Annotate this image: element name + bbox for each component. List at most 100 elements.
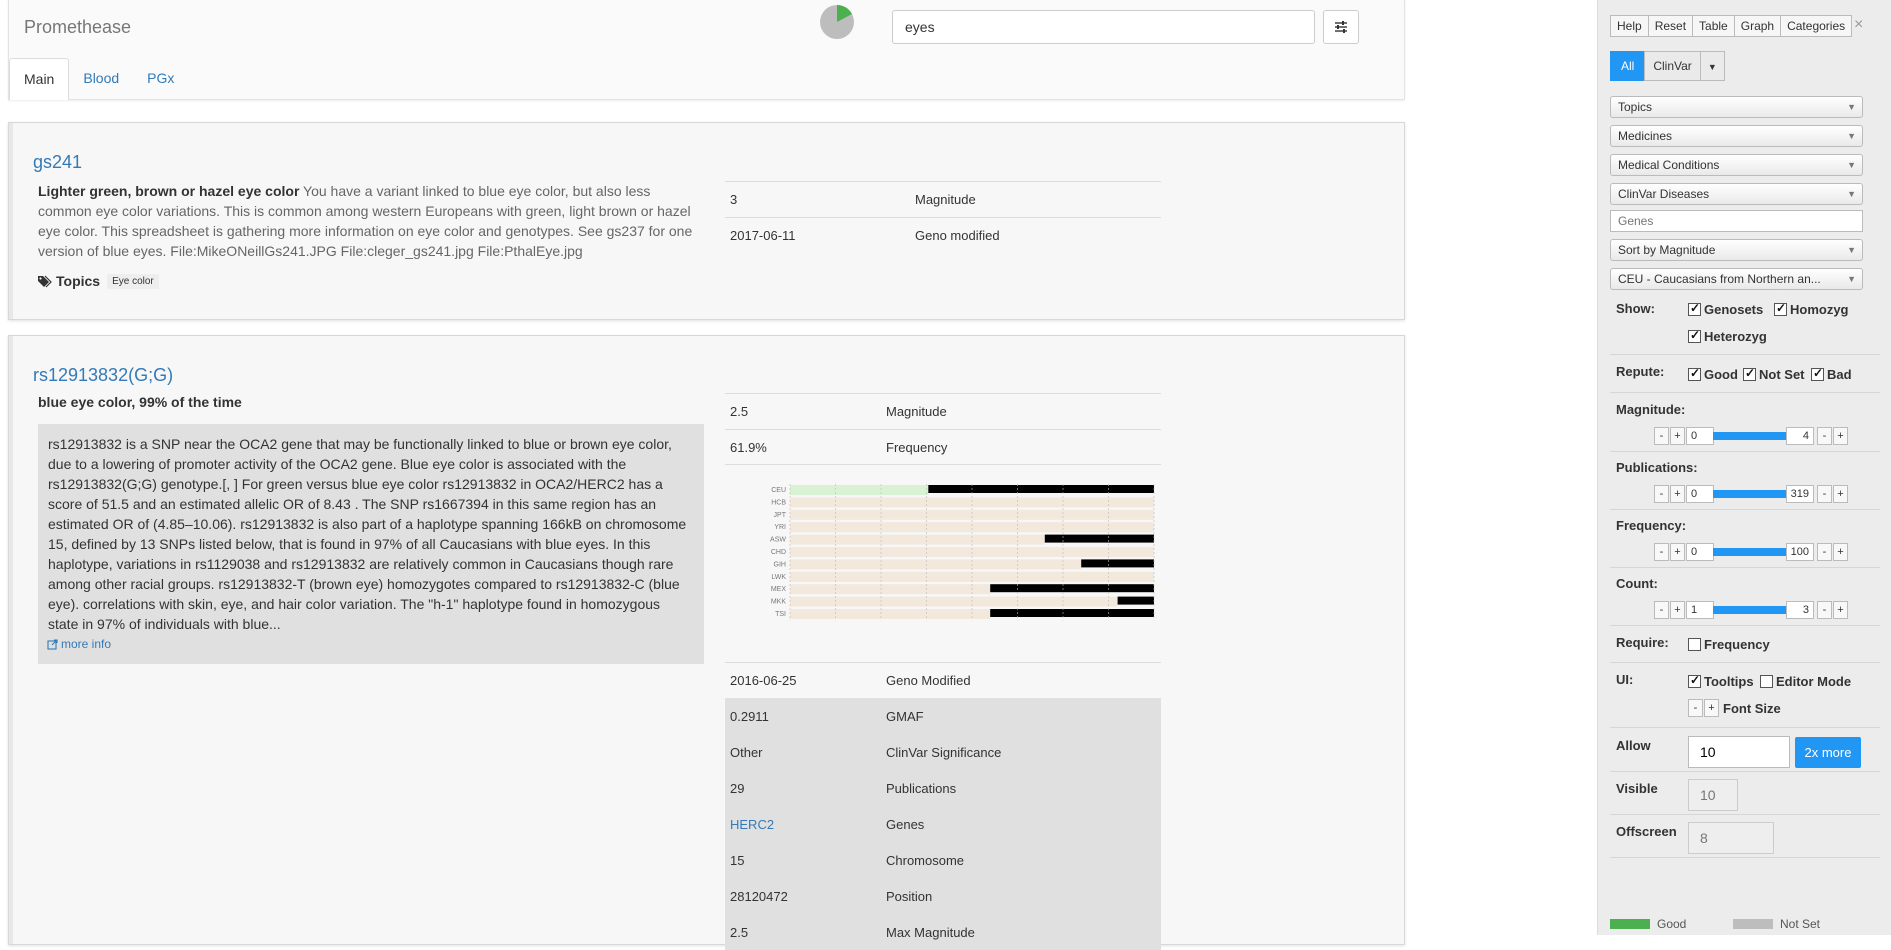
clinvar-diseases-dropdown[interactable]: ClinVar Diseases ▼ (1610, 183, 1863, 205)
publications-min-input[interactable]: 0 (1686, 485, 1714, 503)
search-input[interactable] (892, 10, 1315, 44)
snp-summary: blue eye color, 99% of the time (38, 394, 242, 410)
increment-button[interactable]: + (1670, 601, 1685, 619)
font-size-decrement-button[interactable]: - (1688, 699, 1703, 717)
double-allow-button[interactable]: 2x more (1795, 737, 1861, 768)
genoset-title-link[interactable]: gs241 (33, 152, 82, 173)
tab-main[interactable]: Main (9, 58, 70, 100)
frequency-bar-ab (790, 534, 1045, 545)
frequency-max-input[interactable]: 100 (1786, 543, 1814, 561)
decrement-button[interactable]: - (1817, 427, 1832, 445)
decrement-button[interactable]: - (1654, 601, 1669, 619)
filter-dropdown-button[interactable]: ▼ (1699, 51, 1725, 81)
genes-input[interactable] (1610, 210, 1863, 232)
frequency-slider: - + 0 100 - + (1654, 543, 1849, 561)
publications-max-input[interactable]: 319 (1786, 485, 1814, 503)
detail-label: ClinVar Significance (886, 745, 1002, 760)
slider-track[interactable] (1713, 490, 1787, 498)
sort-dropdown[interactable]: Sort by Magnitude ▼ (1610, 239, 1863, 261)
detail-label: Frequency (886, 439, 948, 455)
offscreen-label: Offscreen (1616, 824, 1677, 839)
increment-button[interactable]: + (1833, 601, 1848, 619)
detail-label: Magnitude (915, 192, 976, 207)
genosets-checkbox[interactable]: Genosets (1688, 301, 1764, 317)
font-size-increment-button[interactable]: + (1704, 699, 1719, 717)
allow-label: Allow (1616, 738, 1651, 753)
decrement-button[interactable]: - (1654, 543, 1669, 561)
increment-button[interactable]: + (1670, 543, 1685, 561)
decrement-button[interactable]: - (1817, 485, 1832, 503)
editor-mode-checkbox[interactable]: Editor Mode (1760, 674, 1851, 689)
tab-pgx[interactable]: PGx (133, 58, 188, 100)
table-button[interactable]: Table (1692, 15, 1735, 37)
genoset-description: Lighter green, brown or hazel eye color … (38, 181, 698, 261)
decrement-button[interactable]: - (1654, 427, 1669, 445)
snp-card: rs12913832(G;G) blue eye color, 99% of t… (8, 335, 1405, 950)
snp-description: rs12913832 is a SNP near the OCA2 gene t… (48, 436, 687, 632)
more-info-link[interactable]: more info (47, 634, 111, 654)
heterozyg-checkbox[interactable]: Heterozyg (1688, 328, 1767, 344)
decrement-button[interactable]: - (1817, 543, 1832, 561)
graph-button[interactable]: Graph (1733, 15, 1782, 37)
filter-settings-button[interactable] (1323, 10, 1359, 44)
good-checkbox[interactable]: Good (1688, 366, 1738, 382)
detail-row: 29 Publications (725, 770, 1161, 806)
magnitude-max-input[interactable]: 4 (1786, 427, 1814, 445)
detail-value: 2.5 (730, 404, 749, 419)
close-icon[interactable]: × (1854, 16, 1863, 34)
visible-count: 10 (1688, 779, 1738, 811)
checkbox-box (1743, 366, 1756, 381)
allow-input[interactable] (1688, 736, 1790, 768)
pie-chart-icon[interactable] (819, 4, 855, 40)
topics-dropdown[interactable]: Topics ▼ (1610, 96, 1863, 118)
population-dropdown[interactable]: CEU - Caucasians from Northern an... ▼ (1610, 268, 1863, 290)
checkbox-box (1760, 675, 1773, 688)
increment-button[interactable]: + (1670, 427, 1685, 445)
checkbox-box (1688, 673, 1701, 688)
reset-button[interactable]: Reset (1647, 15, 1694, 37)
categories-button[interactable]: Categories (1780, 15, 1853, 37)
medical-conditions-dropdown[interactable]: Medical Conditions ▼ (1610, 154, 1863, 176)
medicines-dropdown[interactable]: Medicines ▼ (1610, 125, 1863, 147)
decrement-button[interactable]: - (1817, 601, 1832, 619)
slider-track[interactable] (1713, 432, 1787, 440)
caret-down-icon: ▼ (1847, 245, 1856, 255)
frequency-bar-ab (790, 596, 1118, 607)
snp-title-link[interactable]: rs12913832(G;G) (33, 365, 173, 386)
divider (1610, 727, 1880, 728)
increment-button[interactable]: + (1833, 485, 1848, 503)
checkbox-label: Genosets (1704, 302, 1764, 317)
offscreen-count: 8 (1688, 822, 1774, 854)
increment-button[interactable]: + (1670, 485, 1685, 503)
decrement-button[interactable]: - (1654, 485, 1669, 503)
ui-label: UI: (1616, 672, 1634, 687)
tooltips-checkbox[interactable]: Tooltips (1688, 673, 1754, 689)
filter-all-button[interactable]: All (1610, 51, 1646, 81)
increment-button[interactable]: + (1833, 427, 1848, 445)
checkbox-label: Not Set (1759, 367, 1805, 382)
count-max-input[interactable]: 3 (1786, 601, 1814, 619)
filter-clinvar-button[interactable]: ClinVar (1644, 51, 1701, 81)
population-label: TSI (775, 611, 786, 618)
detail-row: 15 Chromosome (725, 842, 1161, 878)
slider-track[interactable] (1713, 606, 1787, 614)
count-min-input[interactable]: 1 (1686, 601, 1714, 619)
topic-chip-eye-color[interactable]: Eye color (107, 273, 159, 289)
dropdown-label: Medical Conditions (1618, 158, 1720, 172)
increment-button[interactable]: + (1833, 543, 1848, 561)
help-button[interactable]: Help (1610, 15, 1649, 37)
card-edge (9, 336, 13, 944)
magnitude-slider: - + 0 4 - + (1654, 427, 1849, 445)
bad-checkbox[interactable]: Bad (1811, 366, 1852, 382)
slider-track[interactable] (1713, 548, 1787, 556)
tab-blood[interactable]: Blood (69, 58, 133, 100)
caret-down-icon: ▼ (1847, 160, 1856, 170)
frequency-min-input[interactable]: 0 (1686, 543, 1714, 561)
gene-link[interactable]: HERC2 (725, 817, 886, 832)
magnitude-min-input[interactable]: 0 (1686, 427, 1714, 445)
homozyg-checkbox[interactable]: Homozyg (1774, 301, 1849, 317)
notset-checkbox[interactable]: Not Set (1743, 366, 1805, 382)
header: Promethease Main Blood PGx (8, 0, 1405, 100)
card-edge (9, 123, 13, 319)
require-frequency-checkbox[interactable]: Frequency (1688, 637, 1770, 652)
